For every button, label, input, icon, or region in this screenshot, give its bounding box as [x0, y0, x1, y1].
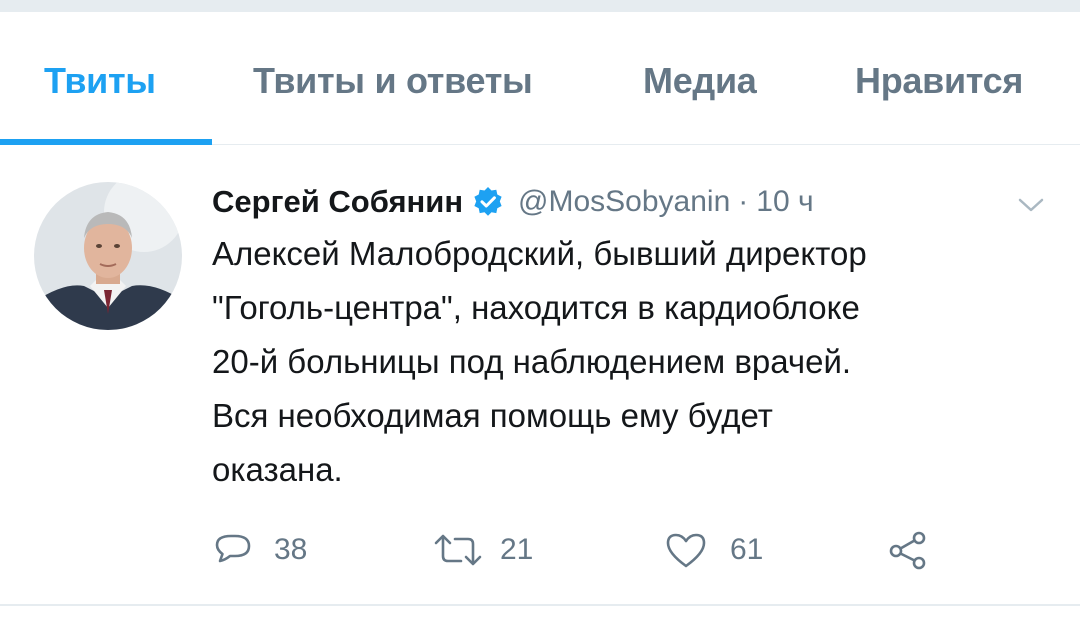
like-count: 61 — [730, 533, 764, 566]
retweet-count: 21 — [500, 533, 534, 566]
tab-likes[interactable]: Нравится — [855, 60, 1023, 102]
tweet-header: Сергей Собянин @MosSobyanin · 10 ч — [212, 177, 814, 227]
bottom-band — [0, 606, 1080, 630]
tab-media[interactable]: Медиа — [643, 60, 757, 102]
reply-button[interactable]: 38 — [212, 520, 307, 580]
header-separator: · — [738, 185, 749, 218]
retweet-button[interactable]: 21 — [432, 520, 533, 580]
share-icon — [886, 529, 930, 571]
chevron-down-icon[interactable] — [1014, 193, 1048, 217]
like-button[interactable]: 61 — [664, 520, 763, 580]
heart-icon — [664, 529, 708, 571]
avatar[interactable] — [34, 182, 182, 330]
tweet-card[interactable]: Сергей Собянин @MosSobyanin · 10 ч Алекс… — [0, 145, 1080, 606]
share-button[interactable] — [886, 520, 930, 580]
tweet-text: Алексей Малобродский, бывший директор "Г… — [212, 235, 867, 488]
verified-badge-icon — [472, 186, 504, 218]
reply-icon — [212, 529, 254, 571]
tweet-actions: 38 21 61 — [212, 520, 972, 580]
profile-tabs: Твиты Твиты и ответы Медиа Нравится — [0, 12, 1080, 145]
tab-tweets[interactable]: Твиты — [44, 60, 156, 102]
top-band — [0, 0, 1080, 12]
reply-count: 38 — [274, 533, 308, 566]
tweet-timestamp[interactable]: 10 ч — [756, 185, 813, 219]
author-name[interactable]: Сергей Собянин — [212, 184, 463, 220]
author-handle[interactable]: @MosSobyanin — [518, 185, 730, 219]
retweet-icon — [432, 529, 484, 571]
tab-tweets-and-replies[interactable]: Твиты и ответы — [253, 60, 533, 102]
